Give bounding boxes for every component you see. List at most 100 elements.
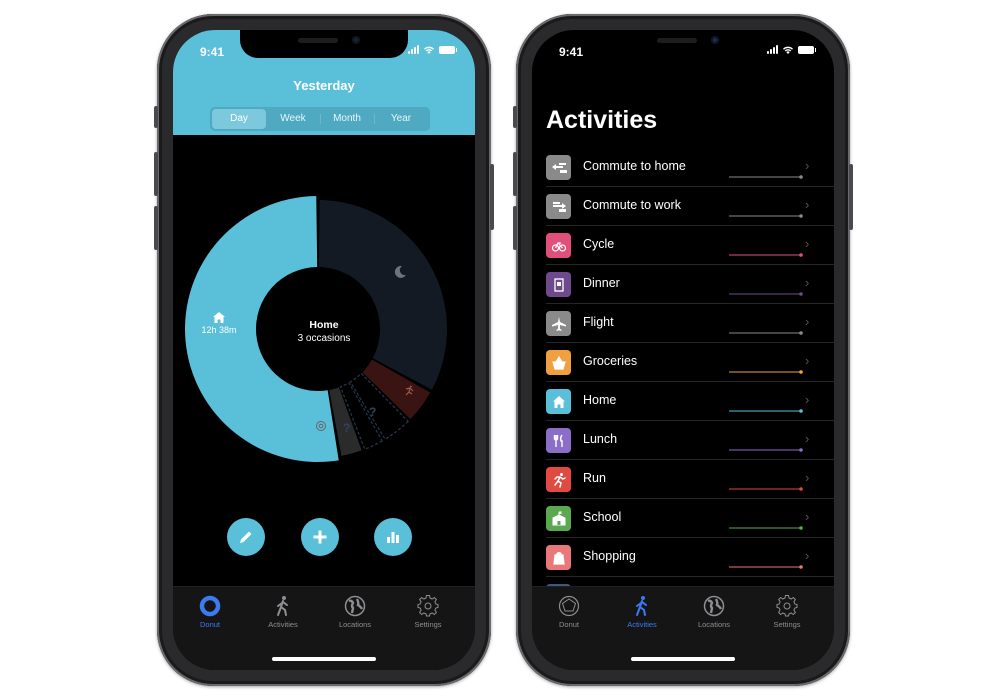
question-icon: ? xyxy=(343,421,351,435)
activity-sparkline xyxy=(729,565,803,569)
wifi-icon xyxy=(783,46,793,54)
chevron-right-icon: › xyxy=(805,353,810,368)
period-segmented-control: Day Week Month Year xyxy=(210,107,430,131)
tab-label: Donut xyxy=(199,620,220,629)
activity-row[interactable]: Commute to work › xyxy=(546,187,834,226)
moon-icon xyxy=(394,265,406,278)
donut-screen: Yesterday Day Week Month Year 9:41 12h 3… xyxy=(173,30,475,670)
chevron-right-icon: › xyxy=(805,431,810,446)
home-indicator xyxy=(631,657,735,661)
segment-day[interactable]: Day xyxy=(212,109,266,129)
edit-button[interactable] xyxy=(227,518,265,556)
donut-center-subtitle: 3 occasions xyxy=(297,333,351,344)
activity-row[interactable]: Lunch › xyxy=(546,421,834,460)
activity-label: Home xyxy=(583,393,617,407)
activity-icon-badge xyxy=(546,545,571,570)
sparkline-endpoint xyxy=(799,526,803,530)
activity-row[interactable]: Run › xyxy=(546,460,834,499)
activity-icon-badge xyxy=(546,311,571,336)
activity-row[interactable]: Commute to home › xyxy=(546,148,834,187)
battery-icon xyxy=(439,46,457,54)
activity-label: Commute to home xyxy=(583,159,686,173)
gear-icon xyxy=(316,421,326,431)
activity-row[interactable]: Home › xyxy=(546,382,834,421)
question-icon: ? xyxy=(369,405,377,419)
tab-settings[interactable]: Settings xyxy=(757,593,817,629)
status-time: 9:41 xyxy=(559,45,584,59)
activity-label: Flight xyxy=(583,315,614,329)
gear-icon xyxy=(776,595,798,617)
commute-home-icon xyxy=(551,162,567,173)
chevron-right-icon: › xyxy=(805,548,810,563)
tab-label: Donut xyxy=(558,620,579,629)
activity-sparkline xyxy=(729,214,803,218)
sparkline-endpoint xyxy=(799,331,803,335)
tab-label: Activities xyxy=(268,620,298,629)
tab-activities[interactable]: Activities xyxy=(612,593,672,629)
tab-donut[interactable]: Donut xyxy=(180,593,240,629)
activity-row[interactable]: School › xyxy=(546,499,834,538)
activity-row[interactable]: Groceries › xyxy=(546,343,834,382)
volume-down-button xyxy=(513,206,517,250)
power-button xyxy=(490,164,494,230)
activity-label: Commute to work xyxy=(583,198,681,212)
activity-sparkline xyxy=(729,292,803,296)
tab-locations[interactable]: Locations xyxy=(684,593,744,629)
donut-center-label: Home 3 occasions xyxy=(173,319,475,344)
donut-icon xyxy=(558,595,580,617)
mute-switch xyxy=(154,106,158,128)
donut-chart: 12h 38m ? ? Home 3 occasions xyxy=(173,195,475,485)
activity-icon-badge xyxy=(546,506,571,531)
sparkline-endpoint xyxy=(799,214,803,218)
activity-label: Shopping xyxy=(583,549,636,563)
segment-week[interactable]: Week xyxy=(266,109,320,129)
cellular-signal-icon xyxy=(408,45,419,54)
tab-activities[interactable]: Activities xyxy=(253,593,313,629)
segment-month[interactable]: Month xyxy=(320,109,374,129)
pencil-icon xyxy=(240,531,252,543)
activity-sparkline xyxy=(729,370,803,374)
chevron-right-icon: › xyxy=(805,509,810,524)
sparkline-endpoint xyxy=(799,253,803,257)
phone-frame-left: Yesterday Day Week Month Year 9:41 12h 3… xyxy=(154,14,494,686)
sparkline-endpoint xyxy=(799,175,803,179)
activity-sparkline xyxy=(729,526,803,530)
activity-label: Dinner xyxy=(583,276,620,290)
tab-settings[interactable]: Settings xyxy=(398,593,458,629)
airplane-icon xyxy=(551,316,566,331)
globe-icon xyxy=(703,595,725,617)
activity-row[interactable]: Dinner › xyxy=(546,265,834,304)
run-icon xyxy=(405,385,414,396)
activity-icon-badge xyxy=(546,428,571,453)
activity-icon-badge xyxy=(546,233,571,258)
tab-label: Locations xyxy=(697,620,731,629)
page-title: Activities xyxy=(546,106,658,134)
activity-label: Lunch xyxy=(583,432,618,446)
tab-locations[interactable]: Locations xyxy=(325,593,385,629)
activity-row[interactable]: Shopping › xyxy=(546,538,834,577)
chevron-right-icon: › xyxy=(805,197,810,212)
sparkline-endpoint xyxy=(799,292,803,296)
segment-year[interactable]: Year xyxy=(374,109,428,129)
donut-slice-sleep[interactable] xyxy=(318,200,447,390)
activity-label: Run xyxy=(583,471,606,485)
basket-icon xyxy=(551,355,566,370)
tab-donut[interactable]: Donut xyxy=(539,593,599,629)
cutlery-icon xyxy=(553,434,563,447)
activity-label: Cycle xyxy=(583,237,615,251)
volume-down-button xyxy=(154,206,158,250)
walking-icon xyxy=(277,596,288,616)
mute-switch xyxy=(513,106,517,128)
tab-label: Activities xyxy=(627,620,657,629)
activity-sparkline xyxy=(729,253,803,257)
chevron-right-icon: › xyxy=(805,158,810,173)
activity-label: Groceries xyxy=(583,354,638,368)
activity-row[interactable]: Cycle › xyxy=(546,226,834,265)
activity-icon-badge xyxy=(546,467,571,492)
activity-row[interactable]: Flight › xyxy=(546,304,834,343)
dinner-icon xyxy=(553,277,564,292)
stats-button[interactable] xyxy=(374,518,412,556)
add-button[interactable] xyxy=(301,518,339,556)
sparkline-endpoint xyxy=(799,409,803,413)
activities-list: Commute to home › Commute to work › Cycle › Di… xyxy=(546,148,834,616)
